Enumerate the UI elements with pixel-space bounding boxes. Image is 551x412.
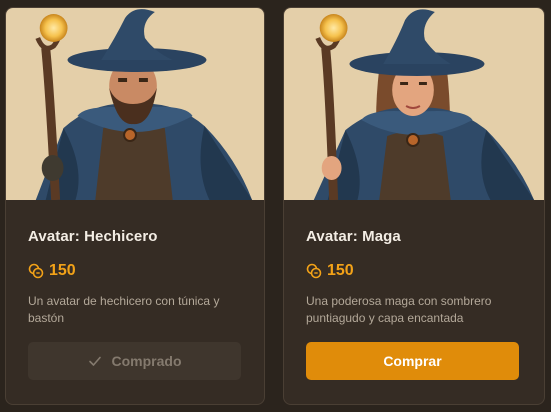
item-price: 150	[306, 262, 354, 280]
item-description: Una poderosa maga con sombrero puntiagud…	[306, 294, 492, 325]
shop-item-card: Avatar: Maga 150 Una poderosa maga con s…	[283, 7, 545, 405]
shop-item-card: Avatar: Hechicero 150 Un avatar de hechi…	[5, 7, 265, 405]
coins-icon	[306, 263, 322, 279]
button-label: Comprado	[111, 353, 182, 369]
buy-button[interactable]: Comprar	[306, 342, 519, 380]
item-description: Un avatar de hechicero con túnica y bast…	[28, 294, 220, 325]
coins-icon	[28, 263, 44, 279]
wizard-avatar-image	[6, 8, 264, 200]
item-price: 150	[28, 262, 76, 280]
item-title: Avatar: Maga	[306, 228, 401, 245]
price-value: 150	[49, 262, 76, 279]
witch-avatar-image	[284, 8, 544, 200]
item-title: Avatar: Hechicero	[28, 228, 158, 245]
button-label: Comprar	[383, 353, 442, 369]
price-value: 150	[327, 262, 354, 279]
check-icon	[88, 356, 101, 366]
purchased-button[interactable]: Comprado	[28, 342, 241, 380]
